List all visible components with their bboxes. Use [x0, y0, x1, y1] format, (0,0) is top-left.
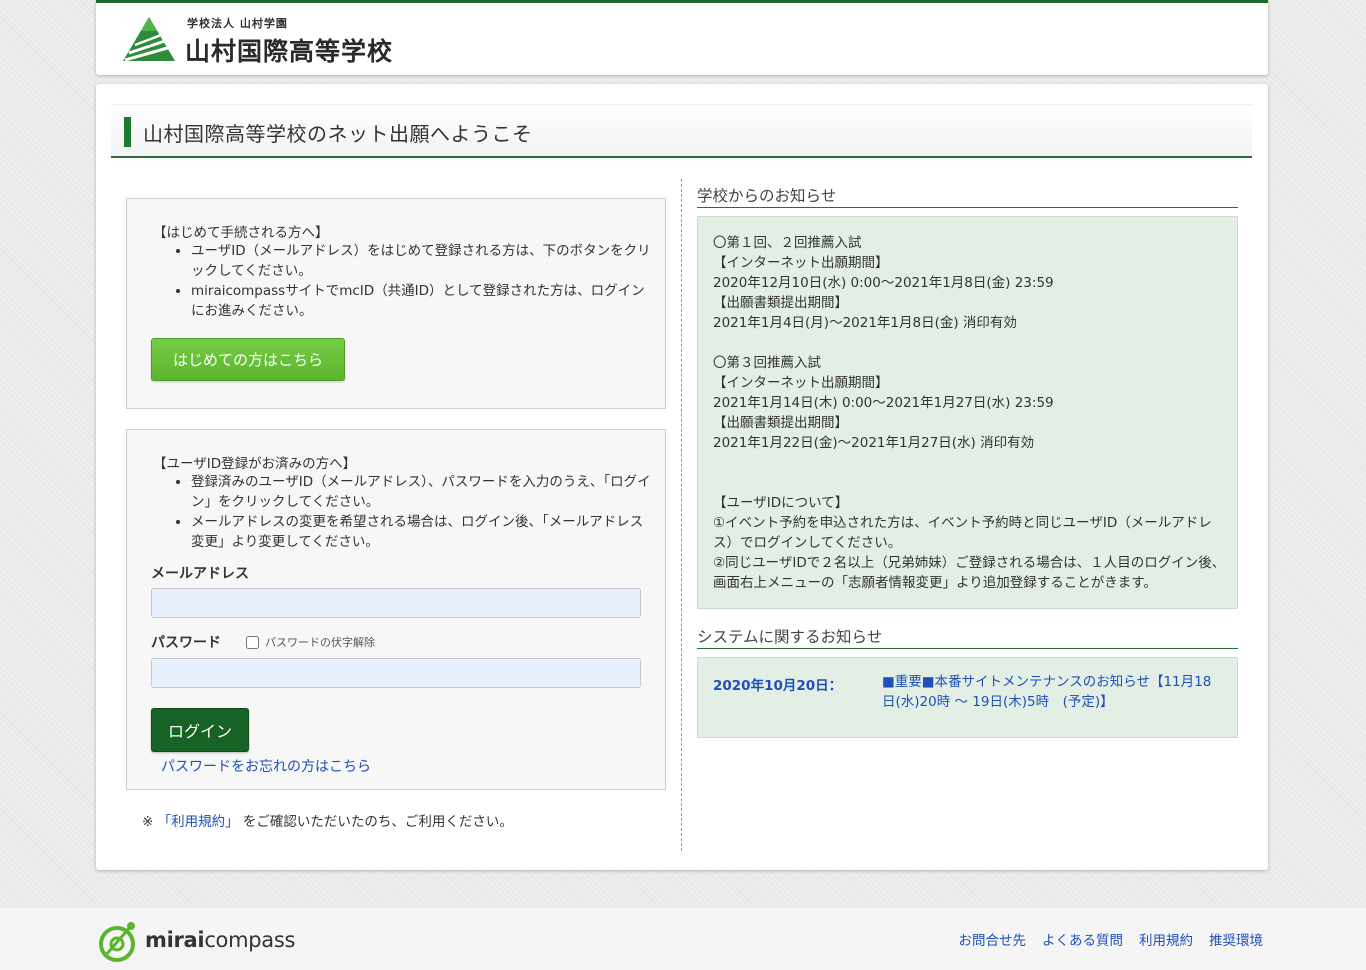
notice-line: 2021年1月14日(木) 0:00～2021年1月27日(水) 23:59 [713, 395, 1054, 411]
terms-prefix: ※ [142, 814, 158, 830]
school-notice-lines: 〇第１回、２回推薦入試【インターネット出願期間】 2020年12月10日(水) 0… [713, 233, 1228, 593]
show-password-checkbox[interactable] [246, 635, 259, 649]
first-time-list: ユーザID（メールアドレス）をはじめて登録される方は、下のボタンをクリックしてく… [191, 241, 651, 321]
notice-line: 2021年1月4日(月)～2021年1月8日(金) 消印有効 [713, 315, 1017, 331]
list-item: メールアドレスの変更を希望される場合は、ログイン後、「メールアドレス変更」より変… [191, 512, 651, 552]
miraicompass-logo-icon [99, 922, 135, 962]
system-notice-title: システムに関するお知らせ [697, 625, 1238, 649]
brand-bold: mirai [145, 928, 205, 952]
page-title: 山村国際高等学校のネット出願へようこそ [143, 122, 533, 146]
logo-school-name: 山村国際高等学校 [185, 37, 394, 66]
login-button[interactable]: ログイン [151, 708, 249, 752]
forgot-password-link[interactable]: パスワードをお忘れの方はこちら [161, 756, 371, 776]
page-heading: 山村国際高等学校のネット出願へようこそ [111, 104, 1252, 158]
system-notice-date: 2020年10月20日： [713, 678, 843, 694]
notice-line: 【ユーザIDについて】 [713, 495, 849, 511]
terms-note: ※ 「利用規約」 をご確認いただいたのち、ご利用ください。 [142, 810, 513, 830]
list-item: miraicompassサイトでmcID（共通ID）として登録された方は、ログイ… [191, 281, 651, 321]
miraicompass-brand: miraicompass [145, 928, 295, 952]
login-list: 登録済みのユーザID（メールアドレス）、パスワードを入力のうえ、「ログイン」をク… [191, 472, 651, 552]
system-notice-box: 2020年10月20日： ■重要■本番サイトメンテナンスのお知らせ【11月18日… [697, 657, 1238, 738]
notice-line: ①イベント予約を申込された方は、イベント予約時と同じユーザID（メールアドレス）… [713, 515, 1212, 551]
column-divider [681, 179, 682, 851]
heading-accent-bar [124, 117, 131, 147]
list-item: 登録済みのユーザID（メールアドレス）、パスワードを入力のうえ、「ログイン」をク… [191, 472, 651, 512]
first-time-button[interactable]: はじめての方はこちら [151, 338, 345, 381]
notice-line: 2020年12月10日(水) 0:00～2021年1月8日(金) 23:59 [713, 275, 1054, 291]
password-field[interactable] [151, 658, 641, 688]
notice-line [713, 333, 1228, 353]
email-field[interactable] [151, 588, 641, 618]
notice-line: 〇第１回、２回推薦入試 [713, 235, 862, 251]
site-footer: miraicompass お問合せ先 よくある質問 利用規約 推奨環境 [0, 908, 1366, 970]
footer-links: お問合せ先 よくある質問 利用規約 推奨環境 [959, 929, 1264, 949]
notice-line: 【出願書類提出期間】 [713, 295, 848, 311]
password-label: パスワード [151, 635, 221, 651]
school-notice-title: 学校からのお知らせ [697, 184, 1238, 208]
show-password-toggle[interactable]: パスワードの伏字解除 [246, 634, 375, 650]
footer-link-contact[interactable]: お問合せ先 [959, 929, 1027, 949]
tree-triangle-logo-icon [123, 17, 175, 62]
login-title: 【ユーザID登録がお済みの方へ】 [153, 456, 357, 472]
email-label: メールアドレス [151, 566, 249, 582]
notice-line: 【インターネット出願期間】 [713, 255, 889, 271]
main-panel: 山村国際高等学校のネット出願へようこそ 【はじめて手続される方へ】 ユーザID（… [96, 84, 1268, 870]
terms-suffix: をご確認いただいたのち、ご利用ください。 [238, 814, 513, 830]
system-notice-link[interactable]: ■重要■本番サイトメンテナンスのお知らせ【11月18日(水)20時 ～ 19日(… [882, 672, 1222, 712]
first-time-title: 【はじめて手続される方へ】 [153, 225, 329, 241]
notice-line [713, 473, 1228, 493]
notice-line: 【出願書類提出期間】 [713, 415, 848, 431]
terms-link[interactable]: 「利用規約」 [158, 814, 239, 830]
footer-link-faq[interactable]: よくある質問 [1042, 929, 1123, 949]
login-box: 【ユーザID登録がお済みの方へ】 登録済みのユーザID（メールアドレス）、パスワ… [126, 429, 666, 790]
notice-line [713, 453, 1228, 473]
site-header: 学校法人 山村学園 山村国際高等学校 [96, 0, 1268, 75]
notice-line: ②同じユーザIDで２名以上（兄弟姉妹）ご登録される場合は、１人目のログイン後、画… [713, 555, 1226, 591]
notice-line: 〇第３回推薦入試 [713, 355, 821, 371]
notice-line: 【インターネット出願期間】 [713, 375, 889, 391]
footer-link-environment[interactable]: 推奨環境 [1209, 929, 1263, 949]
footer-link-terms[interactable]: 利用規約 [1139, 929, 1193, 949]
brand-light: compass [204, 928, 296, 952]
first-time-box: 【はじめて手続される方へ】 ユーザID（メールアドレス）をはじめて登録される方は… [126, 198, 666, 409]
school-notice-box: 〇第１回、２回推薦入試【インターネット出願期間】 2020年12月10日(水) 0… [697, 216, 1238, 609]
show-password-label: パスワードの伏字解除 [265, 636, 375, 649]
list-item: ユーザID（メールアドレス）をはじめて登録される方は、下のボタンをクリックしてく… [191, 241, 651, 281]
notice-line: 2021年1月22日(金)～2021年1月27日(水) 消印有効 [713, 435, 1035, 451]
logo-subtitle: 学校法人 山村学園 [187, 17, 288, 30]
